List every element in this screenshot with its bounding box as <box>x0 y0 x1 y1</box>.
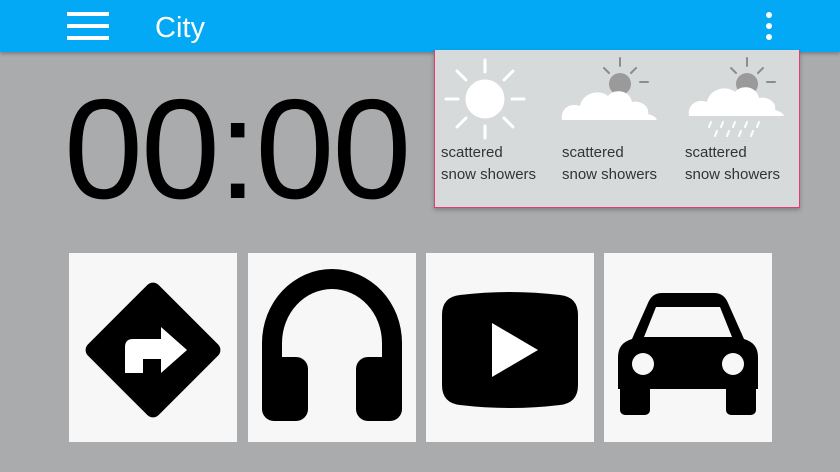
more-vert-icon[interactable] <box>756 10 782 44</box>
forecast-text: scattered snow showers <box>441 142 561 186</box>
app-title: City <box>155 12 205 44</box>
play-video-icon <box>442 292 578 408</box>
headphones-icon <box>262 269 402 421</box>
forecast-text: scattered snow showers <box>562 142 682 186</box>
partly-cloudy-icon <box>561 57 657 120</box>
forecast-item: scattered snow showers <box>556 50 678 207</box>
forecast-item: scattered snow showers <box>435 50 557 207</box>
snow-showers-icon <box>688 57 784 137</box>
video-tile[interactable] <box>426 253 594 442</box>
car-icon <box>618 293 758 415</box>
music-tile[interactable] <box>248 253 416 442</box>
forecast-line2: snow showers <box>441 166 537 183</box>
menu-icon[interactable] <box>64 12 112 42</box>
forecast-item: scattered snow showers <box>679 50 801 207</box>
weather-panel: scattered snow showers scattered snow sh… <box>434 50 800 208</box>
sun-icon <box>444 58 526 140</box>
forecast-line2: snow showers <box>562 166 658 183</box>
navigation-tile[interactable] <box>69 253 237 442</box>
forecast-text: scattered snow showers <box>685 142 805 186</box>
forecast-line1: scattered <box>685 144 747 161</box>
forecast-line1: scattered <box>441 144 503 161</box>
forecast-line2: snow showers <box>685 166 781 183</box>
turn-right-sign-icon <box>85 282 221 418</box>
forecast-line1: scattered <box>562 144 624 161</box>
car-tile[interactable] <box>604 253 772 442</box>
clock-display: 00:00 <box>64 70 411 229</box>
app-bar: City <box>0 0 840 52</box>
